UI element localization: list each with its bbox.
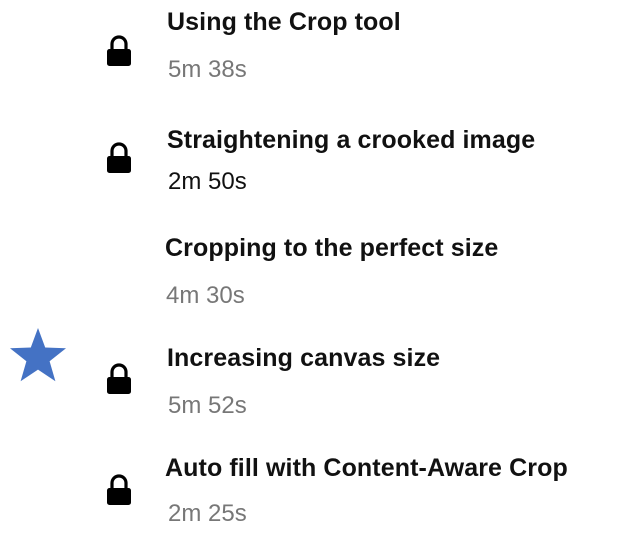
lock-icon [107,142,131,173]
lesson-duration: 2m 25s [168,500,247,527]
lesson-title: Increasing canvas size [167,344,441,372]
lesson-list: Using the Crop tool 5m 38s Straightening… [0,0,632,527]
lesson-title: Straightening a crooked image [167,126,536,154]
lock-icon [107,363,131,394]
lesson-item-using-crop-tool[interactable]: Using the Crop tool 5m 38s [0,0,632,100]
lesson-item-cropping-perfect-size[interactable]: Cropping to the perfect size 4m 30s [0,226,632,326]
lesson-item-increasing-canvas-size[interactable]: Increasing canvas size 5m 52s [0,336,632,436]
lesson-title: Cropping to the perfect size [165,234,499,262]
lesson-title: Auto fill with Content-Aware Crop [165,454,568,482]
lesson-duration: 5m 52s [168,392,247,419]
lesson-item-straightening-crooked-image[interactable]: Straightening a crooked image 2m 50s [0,118,632,218]
lock-icon [107,474,131,505]
lesson-duration: 5m 38s [168,56,247,83]
lesson-duration: 2m 50s [168,168,247,195]
lesson-title: Using the Crop tool [167,8,401,36]
lesson-duration: 4m 30s [166,282,245,309]
lock-icon [107,35,131,66]
lesson-item-auto-fill-content-aware-crop[interactable]: Auto fill with Content-Aware Crop 2m 25s [0,446,632,546]
